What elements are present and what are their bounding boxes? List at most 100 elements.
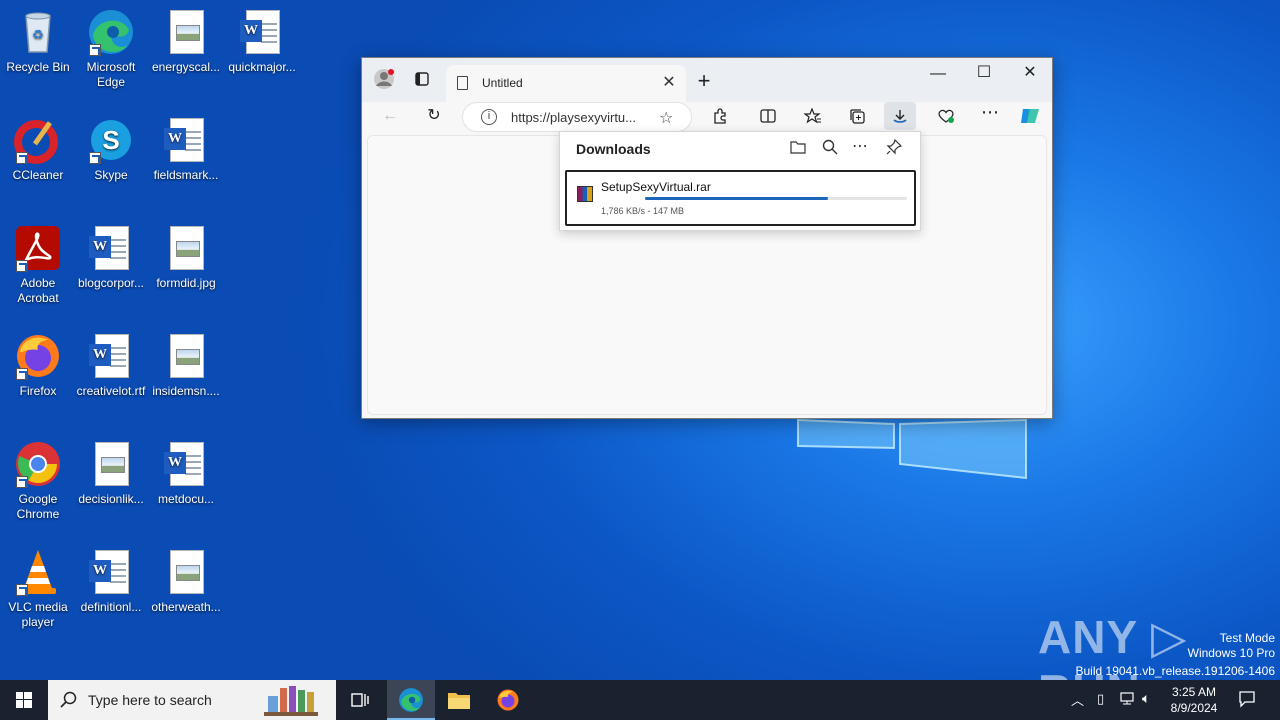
favorites-button[interactable] [797,102,829,130]
word-document-icon: W [87,224,135,272]
test-mode-watermark: Test Mode Windows 10 Pro Build 19041.vb_… [1076,631,1276,679]
taskbar-search-box[interactable]: Type here to search [48,680,336,720]
search-icon [60,691,77,708]
desktop-icon-definitionl[interactable]: W definitionl... [73,548,149,615]
desktop-icon-formdid[interactable]: formdid.jpg [148,224,224,291]
heart-pulse-icon [938,109,954,123]
back-button[interactable]: ← [374,102,406,130]
desktop-icon-skype[interactable]: S Skype [73,116,149,183]
word-document-icon: W [162,440,210,488]
url-text: https://playsexyvirtu... [511,110,636,125]
windows-logo-background [797,418,1027,480]
tab-title: Untitled [482,76,523,90]
favorite-star-icon[interactable]: ☆ [659,108,673,128]
search-placeholder: Type here to search [88,692,212,708]
desktop-icon-adobe-acrobat[interactable]: Adobe Acrobat [0,224,76,306]
desktop-icon-label: Microsoft Edge [86,60,136,89]
vlc-icon [14,548,62,596]
collections-button[interactable] [841,102,873,130]
taskbar-file-explorer-button[interactable] [436,680,482,720]
taskbar-firefox-button[interactable] [485,680,531,720]
download-item[interactable]: SetupSexyVirtual.rar 1,786 KB/s - 147 MB [565,170,916,226]
browser-essentials-button[interactable] [930,102,962,130]
maximize-button[interactable]: ☐ [968,59,1000,87]
downloads-button[interactable] [884,102,916,130]
desktop-icon-microsoft-edge[interactable]: Microsoft Edge [73,8,149,90]
edge-browser-window: Untitled ✕ + — ☐ ✕ ← ↻ i https://playsex… [361,57,1053,419]
ccleaner-icon [14,116,62,164]
desktop-icon-metdocu[interactable]: W metdocu... [148,440,224,507]
desktop-icon-label: quickmajor... [228,60,296,74]
address-bar[interactable]: i https://playsexyvirtu... ☆ [462,102,692,132]
refresh-button[interactable]: ↻ [418,102,450,130]
task-view-button[interactable] [344,686,376,714]
close-window-button[interactable]: ✕ [1014,59,1046,87]
desktop-icon-label: definitionl... [80,600,142,614]
tab-actions-icon [415,72,429,86]
image-file-icon [162,8,210,56]
battery-icon[interactable]: ▯ [1097,691,1104,707]
svg-text:S: S [102,125,119,155]
profile-icon [374,69,394,89]
more-options-icon[interactable]: ⋯ [852,136,868,156]
desktop-icon-quickmajor[interactable]: W quickmajor... [224,8,300,75]
desktop-icon-fieldsmark[interactable]: W fieldsmark... [148,116,224,183]
watermark-line-1: Test Mode [1219,631,1275,645]
desktop-icon-label: VLC media player [8,600,68,629]
firefox-icon [497,689,519,711]
split-screen-button[interactable] [752,102,784,130]
search-highlight-icon [264,686,318,716]
open-downloads-folder-icon[interactable] [790,140,806,159]
desktop-icon-blogcorpor[interactable]: W blogcorpor... [73,224,149,291]
desktop-icon-otherweath[interactable]: otherweath... [148,548,224,615]
shortcut-arrow-icon [89,44,101,56]
desktop-icon-vlc[interactable]: VLC media player [0,548,76,630]
image-file-icon [162,548,210,596]
notifications-icon[interactable] [1238,690,1256,713]
desktop-icon-label: energyscal... [151,60,221,74]
network-icon[interactable] [1119,690,1135,711]
minimize-button[interactable]: — [922,60,954,88]
tab-untitled[interactable]: Untitled ✕ [446,65,686,102]
taskbar-edge-button[interactable] [387,680,435,720]
show-hidden-icons-chevron-icon[interactable]: ︿ [1071,690,1084,709]
image-file-icon [162,332,210,380]
desktop-icon-firefox[interactable]: Firefox [0,332,76,399]
volume-icon[interactable]: 🔈︎ [1142,690,1150,707]
desktop-icon-energyscal[interactable]: energyscal... [148,8,224,75]
split-screen-icon [760,109,776,123]
clock[interactable]: 3:25 AM 8/9/2024 [1166,684,1222,716]
desktop-icon-creativelot[interactable]: W creativelot.rtf [73,332,149,399]
search-downloads-icon[interactable] [822,139,838,160]
edge-icon [399,688,423,712]
desktop-icon-ccleaner[interactable]: CCleaner [0,116,76,183]
new-tab-button[interactable]: + [688,67,720,95]
extensions-icon [714,108,726,124]
settings-more-button[interactable]: ⋯ [974,98,1006,126]
start-button[interactable] [0,680,48,720]
time: 3:25 AM [1171,685,1217,699]
profile-button[interactable] [368,68,400,96]
extensions-button[interactable] [704,102,736,130]
adobe-acrobat-icon [14,224,62,272]
pin-icon[interactable] [886,138,903,160]
desktop-icon-recycle-bin[interactable]: ♻ Recycle Bin [0,8,76,75]
desktop-icon-label: CCleaner [12,168,64,182]
edge-icon [87,8,135,56]
downloads-title: Downloads [576,141,651,157]
copilot-button[interactable] [1014,102,1046,130]
close-tab-button[interactable]: ✕ [660,72,678,92]
info-icon[interactable]: i [481,109,497,125]
download-progress-bar [645,197,907,200]
download-progress-fill [645,197,829,200]
shortcut-arrow-icon [16,584,28,596]
skype-icon: S [87,116,135,164]
download-status: 1,786 KB/s - 147 MB [601,206,685,216]
tab-actions-button[interactable] [406,68,438,96]
windows-start-icon [16,692,32,708]
desktop-icon-insidemsn[interactable]: insidemsn.... [148,332,224,399]
desktop-icon-google-chrome[interactable]: Google Chrome [0,440,76,522]
chrome-icon [14,440,62,488]
desktop-icon-label: Firefox [19,384,57,398]
desktop-icon-decisionlik[interactable]: decisionlik... [73,440,149,507]
